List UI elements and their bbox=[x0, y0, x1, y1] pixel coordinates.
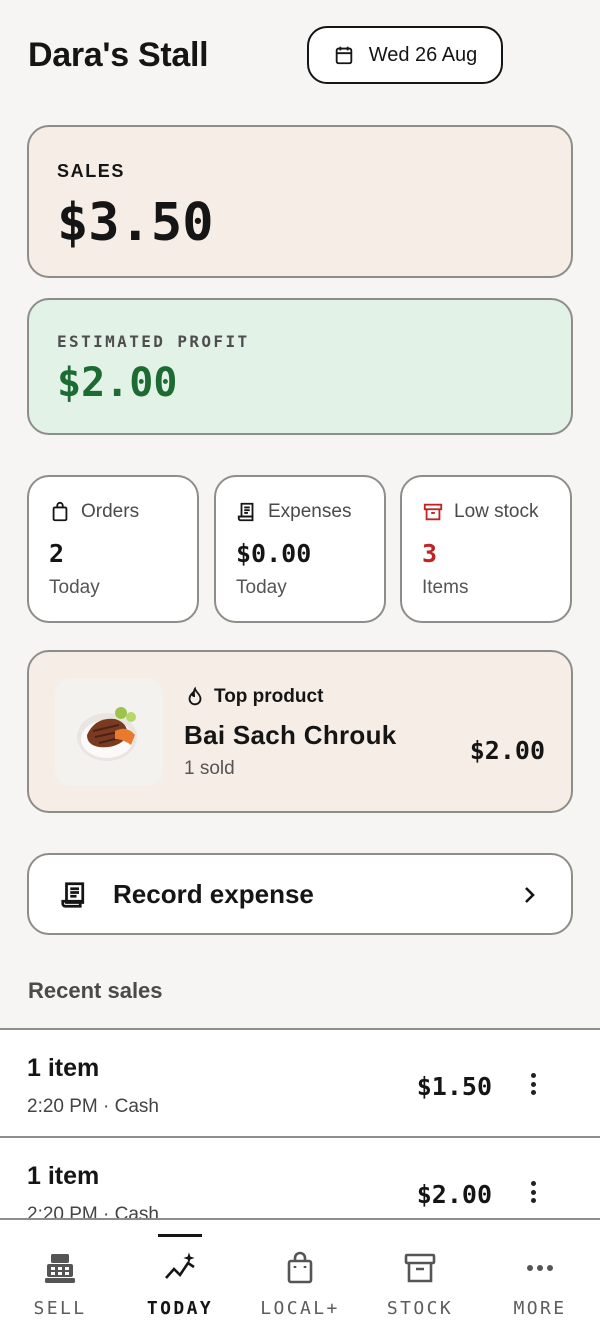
recent-sales-list: 1 item 2:20 PM · Cash $1.50 1 item 2:20 … bbox=[0, 1028, 600, 1218]
shopping-bag-icon bbox=[287, 1251, 313, 1284]
expenses-label: Expenses bbox=[268, 501, 352, 522]
sale-meta: 2:20 PM · Cash bbox=[27, 1204, 159, 1218]
sale-title: 1 item bbox=[27, 1162, 100, 1190]
bottom-nav: SELL TODAY LOCAL+ STOCK MORE bbox=[0, 1218, 600, 1333]
sale-row[interactable]: 1 item 2:20 PM · Cash $1.50 bbox=[0, 1028, 600, 1136]
nav-today[interactable]: TODAY bbox=[120, 1220, 240, 1333]
nav-more-label: MORE bbox=[513, 1298, 567, 1319]
sale-price: $1.50 bbox=[416, 1072, 492, 1101]
orders-card[interactable]: Orders 2 Today bbox=[27, 475, 199, 623]
nav-stock-label: STOCK bbox=[386, 1298, 454, 1319]
receipt-icon bbox=[237, 502, 254, 522]
date-label: Wed 26 Aug bbox=[368, 43, 478, 66]
expenses-card[interactable]: Expenses $0.00 Today bbox=[214, 475, 386, 623]
orders-value: 2 bbox=[49, 539, 65, 568]
dots-icon bbox=[527, 1265, 553, 1271]
date-picker-button[interactable]: Wed 26 Aug bbox=[307, 26, 503, 84]
expenses-sub: Today bbox=[236, 577, 287, 598]
nav-today-label: TODAY bbox=[146, 1298, 214, 1319]
sale-row[interactable]: 1 item 2:20 PM · Cash $2.00 bbox=[0, 1136, 600, 1218]
low-stock-label: Low stock bbox=[454, 501, 539, 522]
sale-price: $2.00 bbox=[416, 1180, 492, 1209]
nav-sell[interactable]: SELL bbox=[0, 1220, 120, 1333]
nav-local-plus-label: LOCAL+ bbox=[260, 1298, 340, 1319]
product-thumbnail bbox=[55, 679, 163, 785]
more-vertical-icon[interactable] bbox=[522, 1070, 544, 1098]
flame-icon bbox=[188, 686, 202, 706]
more-vertical-icon[interactable] bbox=[522, 1178, 544, 1206]
low-stock-value: 3 bbox=[422, 539, 438, 568]
profit-card: ESTIMATED PROFIT $2.00 bbox=[27, 298, 573, 435]
trend-icon bbox=[165, 1252, 195, 1279]
archive-box-icon bbox=[404, 1253, 436, 1283]
chevron-right-icon bbox=[525, 887, 535, 903]
expenses-value: $0.00 bbox=[236, 539, 312, 568]
nav-sell-label: SELL bbox=[33, 1298, 87, 1319]
page-title: Dara's Stall bbox=[28, 36, 209, 74]
archive-icon bbox=[423, 503, 443, 521]
sales-label: SALES bbox=[57, 161, 126, 181]
recent-sales-title: Recent sales bbox=[28, 978, 163, 1003]
top-product-price: $2.00 bbox=[469, 736, 545, 765]
calendar-icon bbox=[335, 46, 352, 65]
nav-local-plus[interactable]: LOCAL+ bbox=[240, 1220, 360, 1333]
top-product-card[interactable]: Top product Bai Sach Chrouk 1 sold $2.00 bbox=[27, 650, 573, 813]
profit-label: ESTIMATED PROFIT bbox=[57, 332, 250, 351]
low-stock-card[interactable]: Low stock 3 Items bbox=[400, 475, 572, 623]
top-product-label: Top product bbox=[214, 686, 324, 707]
orders-label: Orders bbox=[81, 501, 140, 522]
profit-value: $2.00 bbox=[57, 360, 178, 406]
sale-title: 1 item bbox=[27, 1054, 100, 1082]
record-expense-button[interactable]: Record expense bbox=[27, 853, 573, 935]
receipt-icon bbox=[61, 882, 85, 908]
low-stock-sub: Items bbox=[422, 577, 469, 598]
sales-card: SALES $3.50 bbox=[27, 125, 573, 278]
record-expense-label: Record expense bbox=[113, 879, 314, 909]
sale-meta: 2:20 PM · Cash bbox=[27, 1096, 159, 1117]
header: Dara's Stall Wed 26 Aug bbox=[28, 26, 572, 86]
orders-sub: Today bbox=[49, 577, 100, 598]
nav-stock[interactable]: STOCK bbox=[360, 1220, 480, 1333]
sales-value: $3.50 bbox=[57, 193, 214, 253]
cash-register-icon bbox=[45, 1254, 75, 1283]
top-product-sold: 1 sold bbox=[184, 758, 235, 779]
food-plate-image bbox=[77, 707, 137, 761]
top-product-name: Bai Sach Chrouk bbox=[184, 720, 397, 750]
nav-more[interactable]: MORE bbox=[480, 1220, 600, 1333]
bag-icon bbox=[52, 501, 68, 522]
